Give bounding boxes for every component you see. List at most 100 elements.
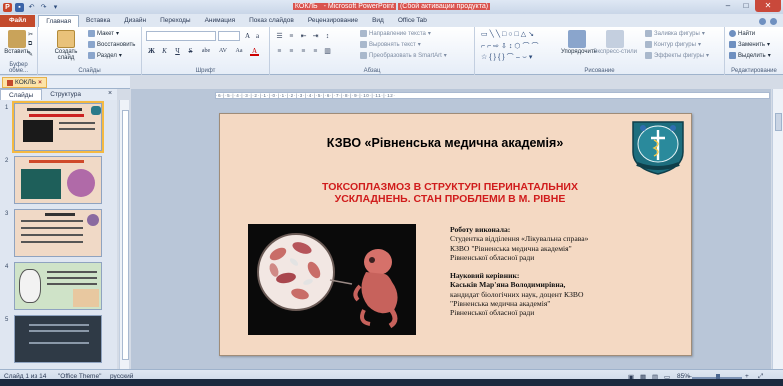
close-icon[interactable]: ✕: [755, 0, 781, 12]
shapes-gallery-row2[interactable]: ⌐⌐⇨⇩↕⬡⌒⌒: [481, 41, 541, 51]
layout-button[interactable]: Макет ▾: [88, 30, 119, 37]
align-right-icon[interactable]: ≡: [299, 47, 308, 56]
close-doc-tab-icon[interactable]: ×: [38, 78, 42, 87]
reset-button[interactable]: Восстановить: [88, 41, 135, 48]
char-spacing-button[interactable]: AV: [216, 47, 230, 56]
justify-icon[interactable]: ≡: [311, 47, 320, 56]
slide-title[interactable]: КЗВО «Рівненська медична академія»: [290, 136, 600, 150]
thumb-title-line: [45, 213, 75, 216]
shape-effects-button[interactable]: Эффекты фигуры ▾: [645, 52, 709, 59]
smartart-button[interactable]: Преобразовать в SmartArt ▾: [360, 52, 447, 59]
shape-fill-button[interactable]: Заливка фигуры ▾: [645, 30, 705, 37]
tab-view[interactable]: Вид: [365, 15, 391, 27]
slide-authors-block[interactable]: Роботу виконала: Студентка відділення «Л…: [450, 225, 685, 318]
document-tab[interactable]: КОКЛЬ ×: [2, 77, 47, 88]
tab-slideshow[interactable]: Показ слайдов: [242, 15, 301, 27]
font-size-dropdown[interactable]: [218, 31, 240, 41]
columns-icon[interactable]: ▥: [323, 47, 332, 56]
shape-effects-label: Эффекты фигуры: [654, 52, 705, 59]
change-case-button[interactable]: Aa: [233, 47, 245, 56]
decrease-indent-icon[interactable]: ⇤: [299, 32, 308, 41]
format-painter-icon[interactable]: ✎: [28, 51, 33, 58]
tab-slides[interactable]: Слайды: [0, 89, 43, 100]
shape-outline-button[interactable]: Контур фигуры ▾: [645, 41, 701, 48]
close-pane-icon[interactable]: ×: [108, 90, 112, 97]
bullets-icon[interactable]: ☰: [275, 32, 284, 41]
ribbon: Вставить ✂ ⧉ ✎ Буфер обме... Создать сла…: [0, 27, 783, 75]
editing-group: Найти Заменить ▾ Выделить ▾ Редактирован…: [725, 27, 783, 75]
thumb-text-line: [59, 128, 95, 130]
redo-icon[interactable]: ↷: [39, 3, 48, 12]
editor-scroll-thumb[interactable]: [775, 113, 782, 131]
slide-canvas[interactable]: КЗВО «Рівненська медична академія» ТОКСО…: [219, 113, 692, 356]
new-slide-icon: [57, 30, 75, 48]
tab-transitions[interactable]: Переходы: [153, 15, 198, 27]
font-name-dropdown[interactable]: [146, 31, 216, 41]
smartart-label: Преобразовать в SmartArt: [369, 52, 442, 59]
customize-qat-icon[interactable]: ▾: [51, 3, 60, 12]
clipboard-group: Вставить ✂ ⧉ ✎ Буфер обме...: [0, 27, 38, 75]
grow-font-icon[interactable]: A: [243, 32, 252, 41]
tab-office-tab[interactable]: Office Tab: [391, 15, 434, 27]
academy-emblem[interactable]: [625, 116, 691, 176]
arrange-button[interactable]: Упорядочить: [561, 30, 597, 55]
align-left-icon[interactable]: ≡: [275, 47, 284, 56]
section-button[interactable]: Раздел ▾: [88, 52, 122, 59]
minimize-icon[interactable]: –: [719, 0, 737, 12]
thumb-text-line: [21, 241, 83, 243]
save-icon[interactable]: ▪: [15, 2, 24, 12]
tab-review[interactable]: Рецензирование: [301, 15, 365, 27]
cut-icon[interactable]: ✂: [28, 31, 33, 38]
text-direction-button[interactable]: Направление текста ▾: [360, 30, 431, 37]
outline-icon: [645, 41, 652, 48]
author-line-1: Студентка відділення «Лікувальна справа»: [450, 234, 589, 244]
align-center-icon[interactable]: ≡: [287, 47, 296, 56]
select-button[interactable]: Выделить ▾: [729, 52, 771, 59]
tab-file[interactable]: Файл: [0, 15, 36, 27]
tab-insert[interactable]: Вставка: [79, 15, 117, 27]
shadow-button[interactable]: abe: [199, 47, 213, 56]
bold-button[interactable]: Ж: [147, 47, 156, 56]
strikethrough-button[interactable]: S: [186, 47, 195, 56]
help-icon[interactable]: [770, 17, 777, 25]
tab-animation[interactable]: Анимация: [198, 15, 243, 27]
new-slide-button[interactable]: Создать слайд: [54, 30, 78, 61]
tab-design[interactable]: Дизайн: [117, 15, 153, 27]
slide-thumbnail[interactable]: [12, 101, 104, 153]
editor-scrollbar[interactable]: [772, 89, 783, 369]
underline-button[interactable]: Ч: [173, 47, 182, 56]
slide-thumbnails: 1 2 3 4 5: [0, 100, 117, 369]
font-color-button[interactable]: A: [250, 47, 259, 56]
italic-button[interactable]: К: [160, 47, 169, 56]
shapes-gallery-row1[interactable]: ▭╲╲□○□△↘: [481, 30, 536, 38]
find-button[interactable]: Найти: [729, 30, 755, 37]
slide-subtitle[interactable]: ТОКСОПЛАЗМОЗ В СТРУКТУРІ ПЕРИНАТАЛЬНИХ У…: [260, 181, 640, 205]
minimize-ribbon-icon[interactable]: [759, 17, 766, 25]
fetus-toxoplasma-image[interactable]: [248, 224, 416, 335]
tab-home[interactable]: Главная: [38, 15, 80, 27]
slides-group-label: Слайды: [78, 68, 101, 74]
increase-indent-icon[interactable]: ⇥: [311, 32, 320, 41]
shapes-gallery-row3[interactable]: ☆{}{}⌒⌢⌣▾: [481, 52, 534, 62]
maximize-icon[interactable]: □: [737, 0, 755, 12]
slide-thumbnail[interactable]: [14, 315, 102, 363]
line-spacing-icon[interactable]: ↕: [323, 32, 332, 41]
tab-outline[interactable]: Структура: [42, 89, 89, 100]
powerpoint-app-icon[interactable]: P: [3, 2, 12, 12]
supervisor-name: Каськів Мар'яна Володимирівна,: [450, 280, 566, 290]
align-text-button[interactable]: Выровнять текст ▾: [360, 41, 421, 48]
quick-styles-button[interactable]: Экспресс-стили: [593, 30, 637, 55]
numbering-icon[interactable]: ≡: [287, 32, 296, 41]
quick-styles-icon: [606, 30, 624, 48]
slide-thumbnail[interactable]: [14, 262, 102, 310]
copy-icon[interactable]: ⧉: [28, 41, 32, 48]
select-icon: [729, 52, 736, 59]
slide-thumbnail[interactable]: [14, 209, 102, 257]
undo-icon[interactable]: ↶: [27, 3, 36, 12]
replace-button[interactable]: Заменить ▾: [729, 41, 770, 48]
window-controls: – □ ✕: [719, 0, 781, 12]
shrink-font-icon[interactable]: a: [253, 32, 262, 41]
slide-thumbnail[interactable]: [14, 156, 102, 204]
text-direction-icon: [360, 30, 367, 37]
